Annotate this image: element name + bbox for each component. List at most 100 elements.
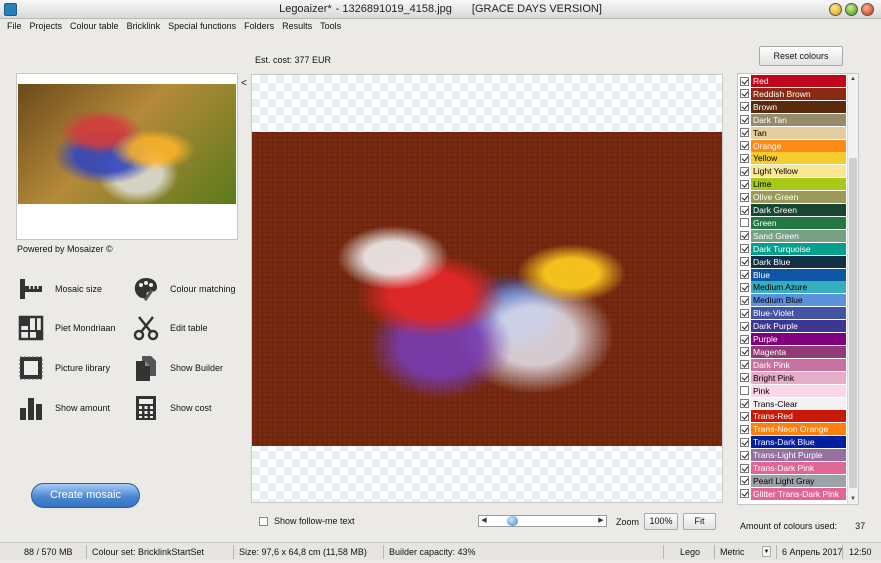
tool-show-builder[interactable]: Show Builder <box>132 353 223 383</box>
colour-row[interactable]: Pink <box>738 384 848 397</box>
tool-show-cost[interactable]: Show cost <box>132 393 212 423</box>
menu-folders[interactable]: Folders <box>240 19 278 31</box>
colour-row[interactable]: Orange <box>738 139 848 152</box>
colour-checkbox[interactable] <box>740 218 749 228</box>
colour-row[interactable]: Olive Green <box>738 191 848 204</box>
reset-colours-button[interactable]: Reset colours <box>759 46 843 66</box>
colour-checkbox[interactable] <box>740 128 749 138</box>
colour-row[interactable]: Trans-Light Purple <box>738 449 848 462</box>
tool-mosaic-size[interactable]: Mosaic size <box>17 274 102 304</box>
colour-checkbox[interactable] <box>740 179 749 189</box>
colour-row[interactable]: Dark Turquoise <box>738 242 848 255</box>
unit-dropdown-icon[interactable]: ▼ <box>762 546 771 557</box>
tool-show-amount[interactable]: Show amount <box>17 393 110 423</box>
colour-checkbox[interactable] <box>740 76 749 86</box>
menu-results[interactable]: Results <box>278 19 316 31</box>
colour-checkbox[interactable] <box>740 308 749 318</box>
colour-checkbox[interactable] <box>740 360 749 370</box>
mosaic-canvas[interactable] <box>251 74 723 503</box>
tool-piet-mondriaan[interactable]: Piet Mondriaan <box>17 313 116 343</box>
colour-row[interactable]: Sand Green <box>738 229 848 242</box>
colour-checkbox[interactable] <box>740 205 749 215</box>
colour-row[interactable]: Purple <box>738 333 848 345</box>
colour-row[interactable]: Dark Green <box>738 204 848 216</box>
colour-checkbox[interactable] <box>740 424 749 434</box>
scrollbar-thumb[interactable] <box>849 158 857 488</box>
colour-row[interactable]: Lime <box>738 178 848 191</box>
colour-checkbox[interactable] <box>740 102 749 112</box>
colour-checkbox[interactable] <box>740 373 749 383</box>
colour-row[interactable]: Dark Blue <box>738 255 848 268</box>
menu-projects[interactable]: Projects <box>26 19 67 31</box>
colour-checkbox[interactable] <box>740 463 749 473</box>
colour-row[interactable]: Reddish Brown <box>738 87 848 100</box>
colour-checkbox[interactable] <box>740 153 749 163</box>
colour-row[interactable]: Medium Azure <box>738 281 848 294</box>
colour-row[interactable]: Tan <box>738 126 848 139</box>
menu-bricklink[interactable]: Bricklink <box>123 19 165 31</box>
colour-list[interactable]: Red Reddish Brown Brown Dark Tan Tan Orange Ye… <box>737 73 859 505</box>
colour-checkbox[interactable] <box>740 115 749 125</box>
status-unit[interactable]: Metric <box>720 547 745 557</box>
menu-file[interactable]: File <box>0 19 26 31</box>
maximize-button[interactable] <box>845 3 858 16</box>
colour-checkbox[interactable] <box>740 489 749 499</box>
colour-checkbox[interactable] <box>740 166 749 176</box>
colour-checkbox[interactable] <box>740 141 749 150</box>
colour-checkbox[interactable] <box>740 321 749 331</box>
colour-row[interactable]: Pearl Light Gray <box>738 474 848 487</box>
menu-tools[interactable]: Tools <box>316 19 345 31</box>
colour-checkbox[interactable] <box>740 282 749 292</box>
tool-picture-library[interactable]: Picture library <box>17 353 110 383</box>
colour-row[interactable]: Red <box>738 75 848 87</box>
colour-list-scrollbar[interactable]: ▲ ▼ <box>847 74 858 504</box>
colour-row[interactable]: Trans-Dark Pink <box>738 462 848 474</box>
scroll-up-arrow-icon[interactable]: ▲ <box>848 74 858 84</box>
tool-colour-matching[interactable]: Colour matching <box>132 274 236 304</box>
colour-row[interactable]: Magenta <box>738 345 848 358</box>
colour-checkbox[interactable] <box>740 437 749 447</box>
colour-row[interactable]: Trans-Neon Orange <box>738 423 848 436</box>
colour-checkbox[interactable] <box>740 476 749 486</box>
colour-checkbox[interactable] <box>740 334 749 344</box>
create-mosaic-button[interactable]: Create mosaic <box>31 483 140 508</box>
minimize-button[interactable] <box>829 3 842 16</box>
slider-left-arrow-icon[interactable]: ◀ <box>479 516 489 526</box>
close-button[interactable] <box>861 3 874 16</box>
colour-row[interactable]: Trans-Dark Blue <box>738 436 848 449</box>
colour-checkbox[interactable] <box>740 257 749 267</box>
scroll-down-arrow-icon[interactable]: ▼ <box>848 494 858 504</box>
colour-row[interactable]: Light Yellow <box>738 165 848 178</box>
colour-checkbox[interactable] <box>740 386 749 396</box>
colour-row[interactable]: Trans-Red <box>738 410 848 423</box>
collapse-panel-button[interactable]: < <box>241 78 247 89</box>
colour-checkbox[interactable] <box>740 347 749 357</box>
colour-row[interactable]: Bright Pink <box>738 371 848 384</box>
menu-colour-table[interactable]: Colour table <box>66 19 123 31</box>
colour-checkbox[interactable] <box>740 192 749 202</box>
colour-checkbox[interactable] <box>740 450 749 460</box>
colour-checkbox[interactable] <box>740 231 749 241</box>
colour-row[interactable]: Green <box>738 216 848 229</box>
tool-edit-table[interactable]: Edit table <box>132 313 208 343</box>
colour-row[interactable]: Blue-Violet <box>738 307 848 320</box>
slider-right-arrow-icon[interactable]: ▶ <box>596 516 606 526</box>
follow-me-option[interactable]: Show follow-me text <box>259 516 355 526</box>
colour-checkbox[interactable] <box>740 399 749 408</box>
zoom-100-button[interactable]: 100% <box>644 513 678 530</box>
colour-row[interactable]: Dark Tan <box>738 113 848 126</box>
colour-row[interactable]: Medium Blue <box>738 294 848 307</box>
slider-thumb[interactable] <box>506 516 518 526</box>
menu-special-functions[interactable]: Special functions <box>164 19 240 31</box>
colour-checkbox[interactable] <box>740 244 749 254</box>
colour-checkbox[interactable] <box>740 411 749 421</box>
colour-checkbox[interactable] <box>740 89 749 99</box>
colour-checkbox[interactable] <box>740 295 749 305</box>
colour-row[interactable]: Glitter Trans-Dark Pink <box>738 487 848 500</box>
zoom-slider[interactable]: ◀ ▶ <box>478 515 607 527</box>
colour-row[interactable]: Blue <box>738 268 848 281</box>
colour-row[interactable]: Yellow <box>738 152 848 165</box>
colour-row[interactable]: Brown <box>738 100 848 113</box>
colour-row[interactable]: Trans-Clear <box>738 397 848 410</box>
follow-me-checkbox[interactable] <box>259 516 268 526</box>
